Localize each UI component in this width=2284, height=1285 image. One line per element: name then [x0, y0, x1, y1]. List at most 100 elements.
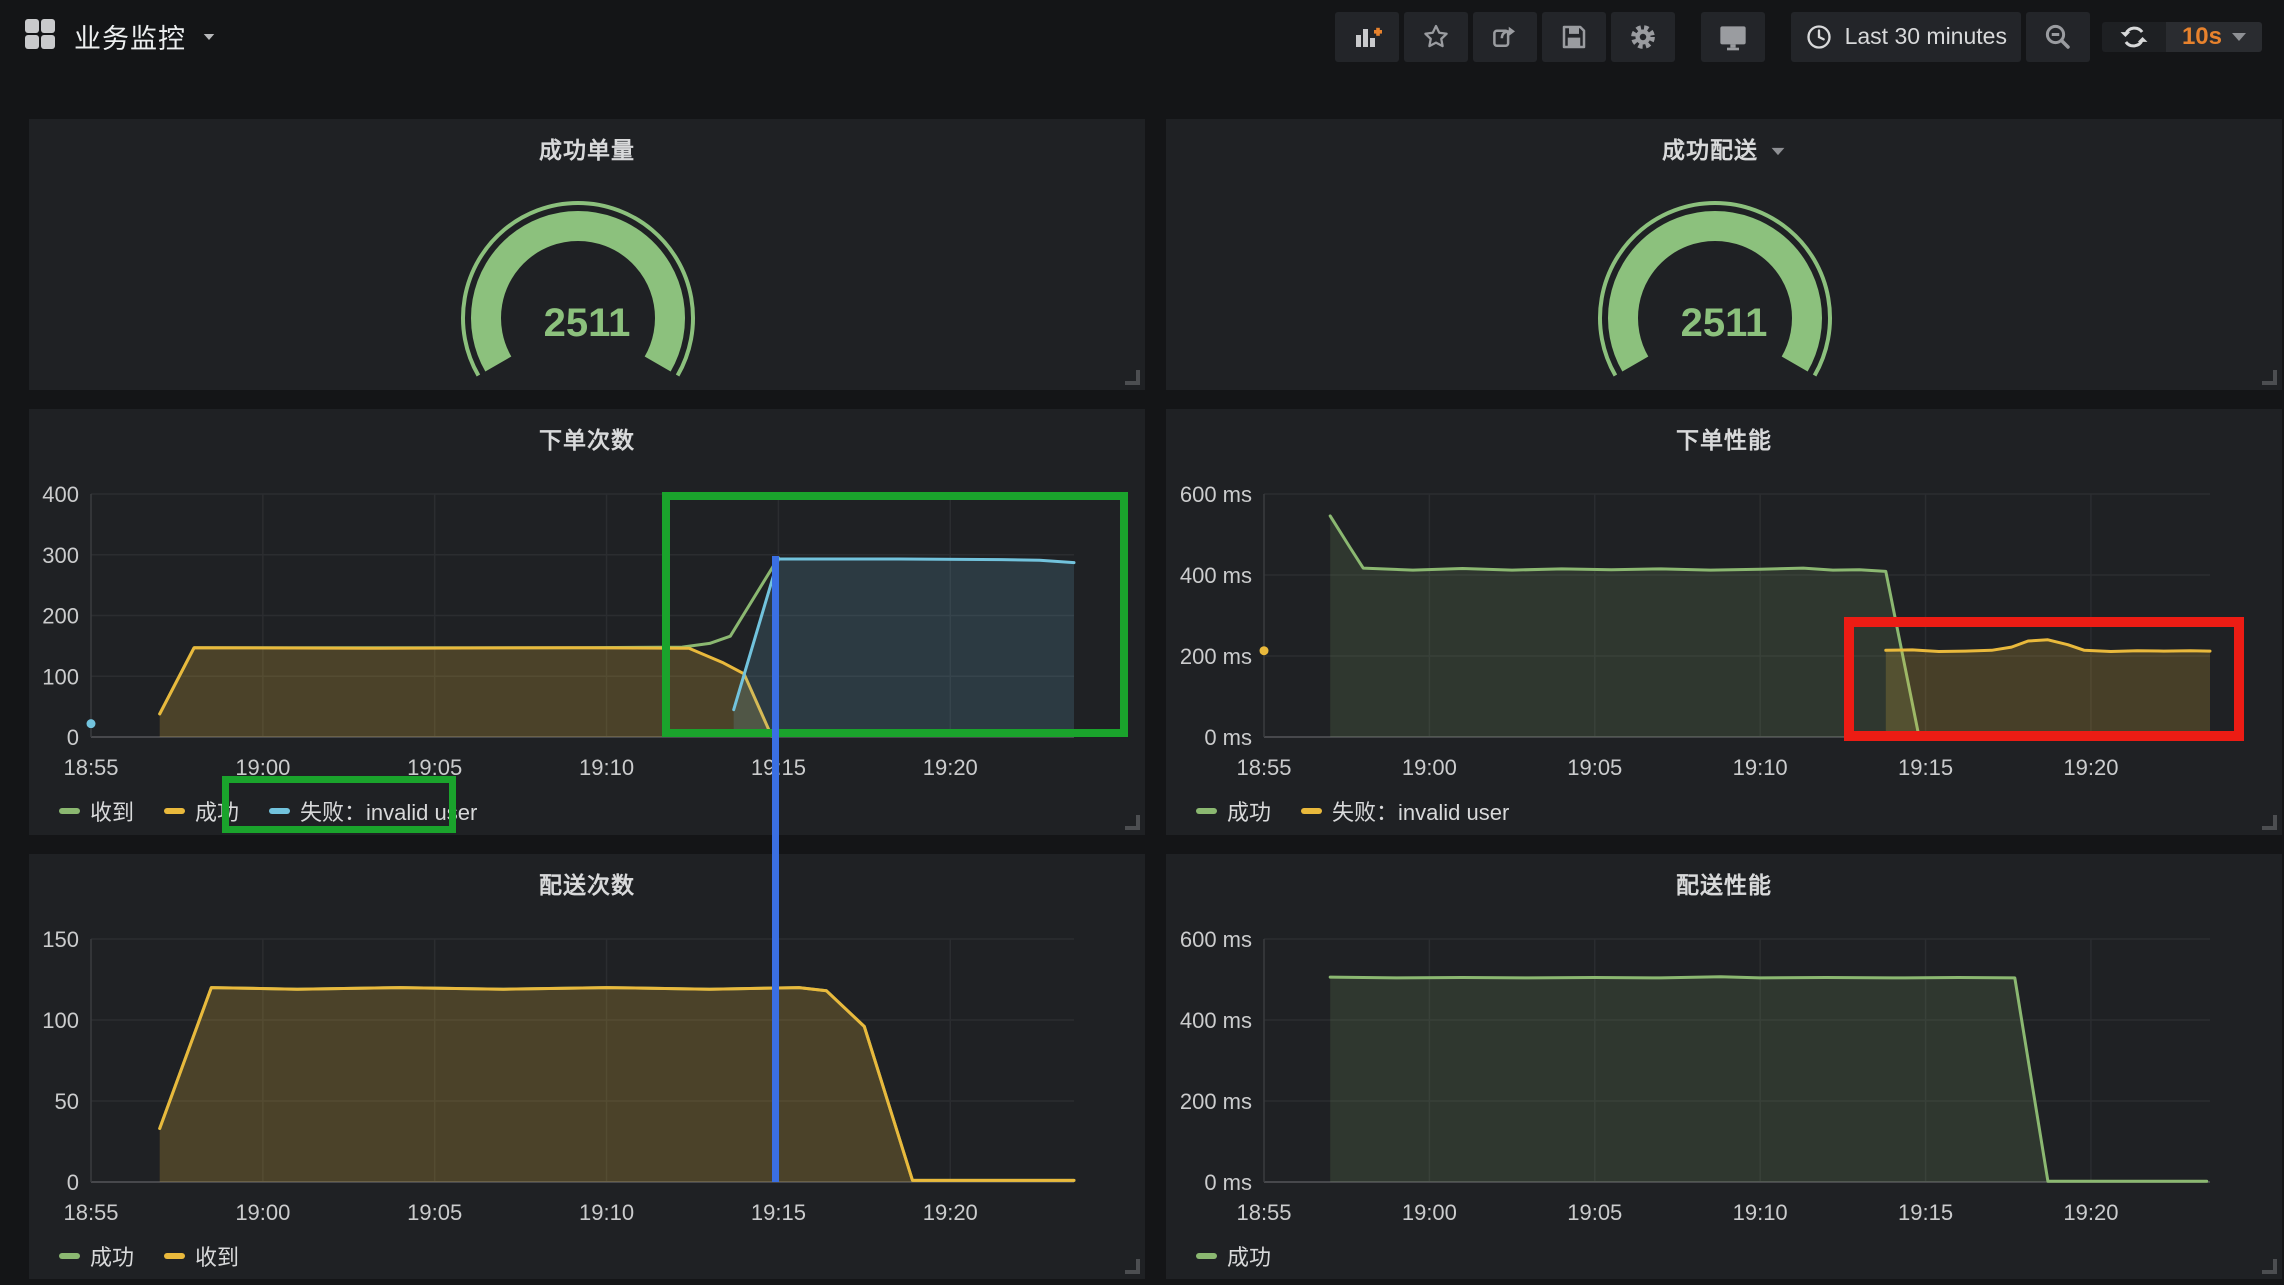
time-range-button[interactable]: Last 30 minutes: [1791, 12, 2021, 62]
svg-text:600 ms: 600 ms: [1180, 927, 1252, 952]
navbar: 业务监控: [0, 0, 2284, 73]
svg-text:19:00: 19:00: [1402, 1200, 1457, 1225]
legend-swatch-icon: [59, 1253, 80, 1259]
svg-text:150: 150: [42, 927, 79, 952]
tv-mode-button[interactable]: [1701, 12, 1765, 62]
gear-icon: [1628, 22, 1658, 52]
svg-text:19:10: 19:10: [579, 755, 634, 780]
legend-swatch-icon: [1196, 808, 1217, 814]
svg-text:19:15: 19:15: [1898, 755, 1953, 780]
time-range-label: Last 30 minutes: [1845, 23, 2007, 50]
settings-button[interactable]: [1611, 12, 1675, 62]
svg-text:200 ms: 200 ms: [1180, 1089, 1252, 1114]
gauge-value: 2511: [1166, 301, 2282, 346]
refresh-interval-select[interactable]: 10s: [2166, 22, 2262, 52]
legend-swatch-icon: [1301, 808, 1322, 814]
zoom-out-button[interactable]: [2026, 12, 2090, 62]
gauge: [438, 200, 718, 400]
panel-delivery-count: 配送次数 05010015018:5519:0019:0519:1019:151…: [29, 854, 1145, 1279]
panel-resize-handle[interactable]: [1125, 370, 1140, 385]
save-icon: [1559, 22, 1589, 52]
svg-text:0: 0: [67, 1170, 79, 1195]
svg-text:400: 400: [42, 482, 79, 507]
chart-legend: 收到 成功 失败：invalid user: [59, 795, 477, 827]
panel-resize-handle[interactable]: [1125, 1259, 1140, 1274]
refresh-interval-caret-icon: [2232, 33, 2246, 41]
legend-item[interactable]: 失败：invalid user: [269, 795, 477, 827]
dashboard-title[interactable]: 业务监控: [74, 17, 186, 56]
legend-label: 成功: [195, 795, 239, 827]
svg-text:19:00: 19:00: [235, 755, 290, 780]
svg-text:50: 50: [55, 1089, 79, 1114]
legend-item[interactable]: 成功: [164, 795, 239, 827]
panel-resize-handle[interactable]: [2262, 1259, 2277, 1274]
svg-text:200: 200: [42, 604, 79, 629]
svg-text:19:05: 19:05: [407, 1200, 462, 1225]
add-panel-button[interactable]: [1335, 12, 1399, 62]
legend-label: 成功: [90, 1240, 134, 1272]
svg-text:0: 0: [67, 725, 79, 750]
panel-resize-handle[interactable]: [2262, 815, 2277, 830]
add-panel-icon: [1352, 22, 1382, 52]
legend-item[interactable]: 收到: [59, 795, 134, 827]
svg-text:19:20: 19:20: [2063, 755, 2118, 780]
svg-text:18:55: 18:55: [1236, 1200, 1291, 1225]
star-button[interactable]: [1404, 12, 1468, 62]
refresh-group: 10s: [2102, 22, 2262, 52]
svg-text:19:10: 19:10: [1733, 1200, 1788, 1225]
refresh-button[interactable]: [2102, 22, 2166, 52]
svg-text:100: 100: [42, 664, 79, 689]
timeseries-chart: 0 ms200 ms400 ms600 ms18:5519:0019:0519:…: [1166, 409, 2282, 835]
zoom-out-icon: [2043, 22, 2073, 52]
legend-label: 失败：invalid user: [300, 795, 477, 827]
gauge: [1575, 200, 1855, 400]
svg-text:19:05: 19:05: [1567, 1200, 1622, 1225]
legend-swatch-icon: [269, 808, 290, 814]
svg-text:19:10: 19:10: [579, 1200, 634, 1225]
legend-item[interactable]: 成功: [59, 1240, 134, 1272]
svg-text:18:55: 18:55: [63, 1200, 118, 1225]
legend-swatch-icon: [59, 808, 80, 814]
svg-text:400 ms: 400 ms: [1180, 1008, 1252, 1033]
svg-text:19:20: 19:20: [923, 755, 978, 780]
refresh-interval-value: 10s: [2182, 23, 2222, 51]
panel-success-orders: 成功单量 2511: [29, 119, 1145, 390]
legend-item[interactable]: 成功: [1196, 1240, 1271, 1272]
panel-resize-handle[interactable]: [2262, 370, 2277, 385]
share-button[interactable]: [1473, 12, 1537, 62]
panel-menu-caret-icon[interactable]: [1772, 148, 1785, 155]
svg-text:0 ms: 0 ms: [1204, 725, 1252, 750]
svg-text:0 ms: 0 ms: [1204, 1170, 1252, 1195]
svg-text:19:00: 19:00: [235, 1200, 290, 1225]
panel-title[interactable]: 成功配送: [1166, 131, 2282, 165]
dashboard-grid-icon[interactable]: [22, 16, 58, 57]
dashboard: 业务监控: [0, 0, 2284, 1285]
legend-label: 收到: [195, 1240, 239, 1272]
panel-title[interactable]: 成功单量: [29, 131, 1145, 165]
timeseries-chart: 0 50 100 150 18:55 19:00 19:05 19:10 19:15 19:20: [29, 854, 1145, 1279]
svg-text:18:55: 18:55: [63, 755, 118, 780]
svg-text:19:20: 19:20: [2063, 1200, 2118, 1225]
svg-text:300: 300: [42, 543, 79, 568]
legend-swatch-icon: [164, 1253, 185, 1259]
svg-text:19:15: 19:15: [751, 1200, 806, 1225]
panel-order-perf: 下单性能 0 ms200 ms400 ms600 ms18:5519:0019:…: [1166, 409, 2282, 835]
legend-label: 收到: [90, 795, 134, 827]
legend-item[interactable]: 成功: [1196, 795, 1271, 827]
legend-label: 成功: [1227, 795, 1271, 827]
save-button[interactable]: [1542, 12, 1606, 62]
dashboard-switch-caret-icon[interactable]: [204, 34, 215, 40]
legend-item[interactable]: 失败：invalid user: [1301, 795, 1509, 827]
svg-text:100: 100: [42, 1008, 79, 1033]
svg-text:19:20: 19:20: [923, 1200, 978, 1225]
panel-order-count: 下单次数 010020030040018:5519:0019:0519:1019…: [29, 409, 1145, 835]
svg-text:18:55: 18:55: [1236, 755, 1291, 780]
svg-text:200 ms: 200 ms: [1180, 644, 1252, 669]
panel-success-delivery: 成功配送 2511: [1166, 119, 2282, 390]
legend-item[interactable]: 收到: [164, 1240, 239, 1272]
panel-resize-handle[interactable]: [1125, 815, 1140, 830]
svg-text:19:00: 19:00: [1402, 755, 1457, 780]
chart-legend: 成功 收到: [59, 1240, 239, 1272]
legend-swatch-icon: [1196, 1253, 1217, 1259]
svg-text:19:15: 19:15: [1898, 1200, 1953, 1225]
